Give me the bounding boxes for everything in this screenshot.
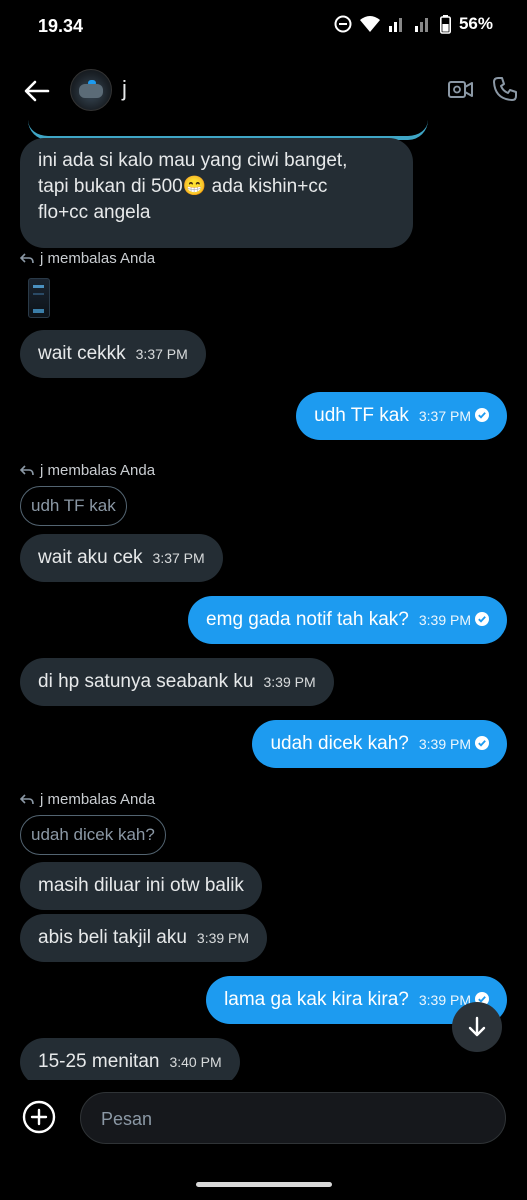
reply-indicator: j membalas Anda xyxy=(20,791,155,808)
reply-icon xyxy=(20,793,34,804)
conversation-header: j xyxy=(0,60,527,120)
reply-label: j membalas Anda xyxy=(40,250,156,267)
phone-icon[interactable] xyxy=(491,75,519,103)
message-text: di hp satunya seabank ku xyxy=(38,671,254,692)
message-timestamp: 3:40 PM xyxy=(169,1054,222,1070)
read-check-icon xyxy=(475,612,489,626)
thumbnail-detail xyxy=(33,293,44,295)
message-timestamp: 3:39 PM xyxy=(263,674,316,690)
message-list[interactable]: ini ada si kalo mau yang ciwi banget, ta… xyxy=(0,120,527,1080)
signal-icon xyxy=(388,18,402,32)
avatar[interactable] xyxy=(70,69,112,111)
message-bubble-incoming[interactable]: masih diluar ini otw balik xyxy=(20,862,262,910)
quoted-message[interactable]: udh TF kak xyxy=(20,486,127,526)
message-bubble-incoming[interactable]: 15-25 menitan 3:40 PM xyxy=(20,1038,240,1080)
message-bubble-incoming[interactable]: wait cekkk 3:37 PM xyxy=(20,330,206,378)
wifi-icon xyxy=(359,16,380,32)
message-text: tapi bukan di 500😁 ada kishin+cc xyxy=(38,176,328,197)
message-composer xyxy=(0,1080,527,1160)
quoted-message[interactable]: udah dicek kah? xyxy=(20,815,166,855)
status-icons: 56% xyxy=(334,14,493,34)
reply-indicator: j membalas Anda xyxy=(20,462,155,479)
home-indicator[interactable] xyxy=(196,1182,332,1187)
signal-icon-2 xyxy=(414,18,428,32)
avatar-detail-2 xyxy=(79,84,103,98)
message-bubble-incoming[interactable]: di hp satunya seabank ku 3:39 PM xyxy=(20,658,334,706)
message-text: lama ga kak kira kira? xyxy=(224,989,409,1010)
reply-label: j membalas Anda xyxy=(40,462,156,479)
message-input-container[interactable] xyxy=(80,1092,506,1145)
message-timestamp: 3:39 PM xyxy=(196,930,250,946)
scroll-down-button[interactable] xyxy=(452,1002,502,1052)
message-timestamp: 3:37 PM xyxy=(135,346,188,362)
message-text: flo+cc angela xyxy=(38,202,151,223)
message-text: wait aku cek xyxy=(38,547,143,568)
message-text: emg gada notif tah kak? xyxy=(206,609,409,630)
reply-icon xyxy=(20,252,34,263)
message-bubble-incoming[interactable]: ini ada si kalo mau yang ciwi banget, ta… xyxy=(20,138,413,248)
status-bar: 19.34 56% xyxy=(0,0,527,52)
message-bubble-outgoing[interactable]: udh TF kak 3:37 PM xyxy=(296,392,507,440)
battery-percent: 56% xyxy=(458,14,493,33)
message-bubble-outgoing[interactable]: udah dicek kah? 3:39 PM xyxy=(252,720,507,768)
message-text: ini ada si kalo mau yang ciwi banget, xyxy=(38,150,348,171)
message-text: masih diluar ini otw balik xyxy=(38,875,244,896)
back-arrow-icon[interactable] xyxy=(22,76,52,106)
reply-label: j membalas Anda xyxy=(40,791,156,808)
message-text: abis beli takjil aku xyxy=(38,927,187,948)
message-timestamp: 3:39 PM xyxy=(418,612,471,628)
reply-icon xyxy=(20,464,34,475)
message-timestamp: 3:37 PM xyxy=(152,550,205,566)
contact-name[interactable]: j xyxy=(122,76,127,102)
message-text: udah dicek kah? xyxy=(270,733,409,754)
add-icon[interactable] xyxy=(22,1100,56,1134)
dnd-icon xyxy=(334,15,352,33)
message-bubble-outgoing[interactable]: emg gada notif tah kak? 3:39 PM xyxy=(188,596,507,644)
shared-image-thumbnail[interactable] xyxy=(28,278,50,318)
thumbnail-detail xyxy=(33,309,44,313)
message-bubble-incoming[interactable]: wait aku cek 3:37 PM xyxy=(20,534,223,582)
message-input[interactable] xyxy=(99,1093,483,1145)
status-time: 19.34 xyxy=(38,16,84,36)
previous-media-edge xyxy=(28,120,428,140)
reply-indicator: j membalas Anda xyxy=(20,250,155,267)
message-text: 15-25 menitan xyxy=(38,1051,160,1072)
video-call-icon[interactable] xyxy=(447,75,475,103)
message-timestamp: 3:37 PM xyxy=(418,408,471,424)
read-check-icon xyxy=(475,736,489,750)
message-timestamp: 3:39 PM xyxy=(418,736,471,752)
battery-icon xyxy=(439,14,451,34)
message-bubble-incoming[interactable]: abis beli takjil aku 3:39 PM xyxy=(20,914,268,962)
read-check-icon xyxy=(475,408,489,422)
message-text: wait cekkk xyxy=(38,343,126,364)
thumbnail-detail xyxy=(33,285,44,288)
scroll-down-icon xyxy=(468,1016,486,1037)
message-text: udh TF kak xyxy=(314,405,409,426)
